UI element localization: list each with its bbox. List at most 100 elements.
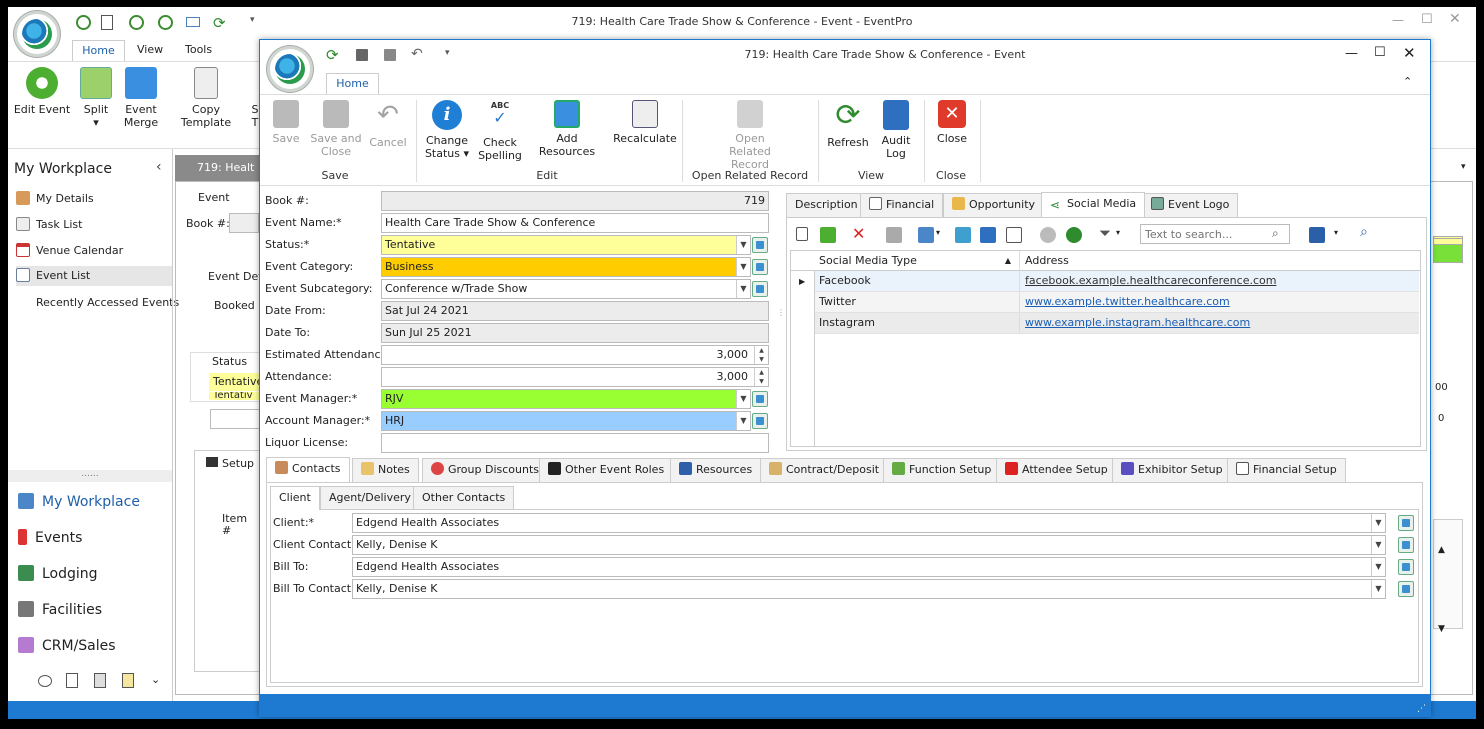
bg-doc-tab[interactable]: 719: Healt (175, 155, 265, 181)
client-select[interactable]: Edgend Health Associates ▼ (352, 513, 1386, 533)
nav-venue-calendar[interactable]: Venue Calendar (16, 241, 123, 261)
table-row[interactable]: Facebook facebook.example.healthcareconfe… (815, 271, 1419, 292)
chevron-down-icon[interactable]: ▼ (1371, 536, 1385, 554)
maximize-icon[interactable]: ☐ (1421, 12, 1433, 27)
tab-contacts[interactable]: Contacts (266, 457, 350, 482)
dialog-close-icon[interactable]: ✕ (1403, 44, 1416, 62)
tab-event-logo[interactable]: Event Logo (1142, 193, 1239, 217)
resize-grip-icon[interactable]: ⋰ (1417, 704, 1426, 714)
category-select[interactable]: Business ▼ (381, 257, 751, 277)
tab-exhibitor-setup[interactable]: Exhibitor Setup (1112, 458, 1232, 482)
copy-template-button[interactable]: Copy Template (168, 67, 244, 129)
find-icon[interactable]: ⌕ (1360, 224, 1368, 240)
tab-financial[interactable]: Financial (860, 193, 944, 217)
tab-resources[interactable]: Resources (670, 458, 762, 482)
save-layout-icon[interactable] (1309, 227, 1325, 243)
tab-opportunity[interactable]: Opportunity (943, 193, 1045, 217)
nav-my-details[interactable]: My Details (16, 189, 94, 209)
bignav-my-workplace[interactable]: My Workplace (18, 493, 140, 510)
event-manager-select[interactable]: RJV ▼ (381, 389, 751, 409)
bookmark-icon[interactable] (980, 227, 996, 243)
tab-contract-deposit[interactable]: Contract/Deposit (760, 458, 889, 482)
split-button[interactable]: Split ▾ (76, 67, 116, 129)
minimize-icon[interactable]: — (1392, 13, 1404, 27)
tab-attendee-setup[interactable]: Attendee Setup (996, 458, 1117, 482)
bg-setup-tab[interactable]: Setup (206, 457, 254, 470)
dialog-minimize-icon[interactable]: — (1345, 46, 1358, 61)
panel-splitter[interactable]: ⋮ (777, 191, 785, 456)
category-lookup-icon[interactable] (752, 259, 768, 275)
clipboard-icon[interactable] (66, 673, 78, 688)
close-main-icon[interactable]: ✕ (1449, 11, 1461, 27)
save-close-button[interactable]: Save and Close (310, 100, 362, 158)
subtab-agent-delivery[interactable]: Agent/Delivery (320, 486, 420, 510)
columns-dropdown-icon[interactable]: ▾ (936, 228, 940, 237)
save-button[interactable]: Save (268, 100, 304, 145)
bill-to-contact-lookup-icon[interactable] (1398, 581, 1414, 597)
client-contact-lookup-icon[interactable] (1398, 537, 1414, 553)
event-name-input[interactable]: Health Care Trade Show & Conference (381, 213, 769, 233)
client-contact-select[interactable]: Kelly, Denise K ▼ (352, 535, 1386, 555)
client-lookup-icon[interactable] (1398, 515, 1414, 531)
status-select[interactable]: Tentative ▼ (381, 235, 751, 255)
tab-notes[interactable]: Notes (352, 458, 419, 482)
sort-asc-icon[interactable]: ▲ (1005, 251, 1011, 271)
export-icon[interactable] (955, 227, 971, 243)
liquor-license-input[interactable] (381, 433, 769, 453)
dialog-tab-home[interactable]: Home (326, 73, 379, 95)
nav-recent-events[interactable]: Recently Accessed Events (36, 293, 179, 313)
down-circle-icon[interactable] (1066, 227, 1082, 243)
bignav-crm-sales[interactable]: CRM/Sales (18, 637, 116, 654)
bill-to-lookup-icon[interactable] (1398, 559, 1414, 575)
filter-icon[interactable]: ⏷ (1099, 224, 1111, 242)
event-merge-button[interactable]: Event Merge (120, 67, 162, 129)
chevron-down-icon[interactable]: ▼ (1371, 558, 1385, 576)
check-spelling-button[interactable]: ABC ✓ Check Spelling (476, 100, 524, 162)
event-manager-lookup-icon[interactable] (752, 391, 768, 407)
date-to-field[interactable]: Sun Jul 25 2021 (381, 323, 769, 343)
tab-group-discounts[interactable]: Group Discounts (422, 458, 549, 482)
tab-financial-setup[interactable]: Financial Setup (1227, 458, 1346, 482)
est-attendance-input[interactable]: 3,000 ▲ ▼ (381, 345, 769, 365)
nav-event-list[interactable]: Event List (16, 266, 172, 286)
subtab-other-contacts[interactable]: Other Contacts (413, 486, 515, 510)
status-lookup-icon[interactable] (752, 237, 768, 253)
change-status-button[interactable]: i Change Status ▾ (422, 100, 472, 160)
bignav-facilities[interactable]: Facilities (18, 601, 102, 618)
add-icon[interactable] (820, 227, 836, 243)
collapse-sidebar-icon[interactable]: ‹ (156, 159, 162, 175)
ribbon-collapse-icon[interactable]: ⌃ (1403, 75, 1412, 88)
chevron-down-icon[interactable]: ▼ (1371, 580, 1385, 598)
main-tab-home[interactable]: Home (72, 40, 125, 62)
add-resources-button[interactable]: Add Resources (528, 100, 606, 158)
chevron-down-icon[interactable]: ▼ (736, 236, 750, 254)
copy-icon[interactable] (886, 227, 902, 243)
chevron-down-icon[interactable]: ▼ (1371, 514, 1385, 532)
attendance-input[interactable]: 3,000 ▲ ▼ (381, 367, 769, 387)
details-icon[interactable] (1006, 227, 1022, 243)
subcategory-lookup-icon[interactable] (752, 281, 768, 297)
calculator-icon[interactable] (94, 673, 106, 688)
bg-scroll-down-icon[interactable]: ▼ (1438, 624, 1445, 634)
subcategory-select[interactable]: Conference w/Trade Show ▼ (381, 279, 751, 299)
account-manager-lookup-icon[interactable] (752, 413, 768, 429)
chevron-down-icon[interactable]: ▼ (736, 390, 750, 408)
edit-event-button[interactable]: Edit Event (12, 67, 72, 116)
tab-social-media[interactable]: ⋖ Social Media (1041, 192, 1146, 217)
tab-description[interactable]: Description (786, 193, 867, 217)
tab-other-event-roles[interactable]: Other Event Roles (539, 458, 674, 482)
bill-to-contact-select[interactable]: Kelly, Denise K ▼ (352, 579, 1386, 599)
bg-event-tab[interactable]: Event (198, 191, 230, 204)
date-from-field[interactable]: Sat Jul 24 2021 (381, 301, 769, 321)
recalculate-button[interactable]: Recalculate (612, 100, 678, 145)
columns-icon[interactable] (918, 227, 934, 243)
cancel-button[interactable]: ↶ Cancel (368, 100, 408, 149)
chat-icon[interactable] (38, 675, 52, 687)
grid-search-input[interactable] (1140, 224, 1290, 244)
refresh-button[interactable]: ⟳ Refresh (824, 100, 872, 150)
spinner-icon[interactable]: ▲ ▼ (754, 346, 768, 364)
bill-to-select[interactable]: Edgend Health Associates ▼ (352, 557, 1386, 577)
delete-icon[interactable]: ✕ (852, 224, 865, 243)
header-address[interactable]: Address (1020, 251, 1069, 271)
bignav-lodging[interactable]: Lodging (18, 565, 98, 582)
